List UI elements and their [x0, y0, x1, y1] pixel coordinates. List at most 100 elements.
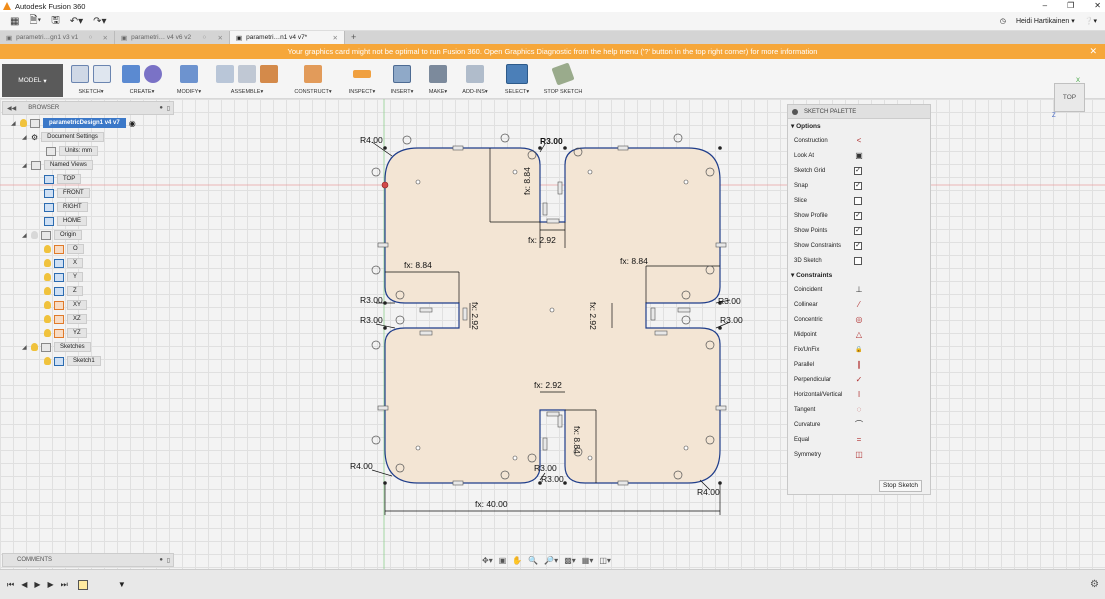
- 3d-sketch-checkbox[interactable]: [854, 256, 862, 265]
- as-built-joint-icon[interactable]: [260, 65, 278, 83]
- collapse-icon[interactable]: ◀◀: [7, 105, 16, 112]
- sketch-grid-checkbox[interactable]: ✓: [854, 166, 862, 175]
- panel-menu-icon[interactable]: ▯: [167, 557, 170, 564]
- banner-close-icon[interactable]: ✕: [1089, 46, 1097, 57]
- measure-icon[interactable]: [353, 70, 371, 78]
- constraint-tangent[interactable]: Tangent ◌: [788, 402, 930, 417]
- option-snap[interactable]: Snap ✓: [788, 178, 930, 193]
- zoom-icon[interactable]: 🔍: [528, 556, 538, 565]
- palette-constraints-section[interactable]: ▾ Constraints: [788, 268, 930, 282]
- tree-sketch1[interactable]: Sketch1: [44, 355, 101, 367]
- tab-close-icon[interactable]: ✕: [333, 34, 338, 42]
- timeline-marker-icon[interactable]: ▼: [118, 580, 126, 589]
- comments-panel-header[interactable]: COMMENTS ● ▯: [2, 553, 174, 567]
- toolbar-group-assemble[interactable]: ASSEMBLE▾: [212, 63, 282, 99]
- coincident-icon[interactable]: ⊥: [854, 285, 864, 295]
- show-profile-checkbox[interactable]: ✓: [854, 211, 862, 220]
- file-menu-icon[interactable]: 🗎▾: [29, 13, 41, 30]
- curvature-icon[interactable]: ⌒: [854, 420, 864, 430]
- constraint-symmetry[interactable]: Symmetry ◫: [788, 447, 930, 462]
- palette-pin-icon[interactable]: [792, 108, 798, 115]
- play-icon[interactable]: ▶: [34, 580, 40, 589]
- panel-pin-icon[interactable]: ●: [159, 557, 163, 563]
- sketch-drawing[interactable]: R4.00 R3.00 fx: 2.92 fx: 8.84 fx: 8.84 f…: [0, 99, 1105, 569]
- create-sketch-icon[interactable]: [71, 65, 89, 83]
- redo-icon[interactable]: ↷▾: [93, 16, 106, 27]
- new-component-icon[interactable]: [216, 65, 234, 83]
- show-constraints-checkbox[interactable]: ✓: [854, 241, 862, 250]
- option-slice[interactable]: Slice: [788, 193, 930, 208]
- sphere-mesh-icon[interactable]: [144, 65, 162, 83]
- constraint-fix-unfix[interactable]: Fix/UnFix 🔒: [788, 342, 930, 357]
- toolbar-group-inspect[interactable]: INSPECT▾: [344, 63, 380, 99]
- tree-view-front[interactable]: FRONT: [44, 187, 90, 199]
- construction-icon[interactable]: <: [854, 136, 864, 146]
- constraint-coincident[interactable]: Coincident ⊥: [788, 282, 930, 297]
- visibility-bulb-icon[interactable]: [44, 301, 51, 309]
- palette-header[interactable]: SKETCH PALETTE: [788, 105, 930, 119]
- viewports-icon[interactable]: ◫▾: [599, 556, 611, 565]
- step-forward-icon[interactable]: ▶: [48, 580, 54, 589]
- rectangle-icon[interactable]: [93, 65, 111, 83]
- document-tab-1[interactable]: ▣ parametri…gn1 v3 v1 ○ ✕: [0, 31, 115, 44]
- constraint-curvature[interactable]: Curvature ⌒: [788, 417, 930, 432]
- midpoint-icon[interactable]: △: [854, 330, 864, 340]
- tree-view-right[interactable]: RIGHT: [44, 201, 88, 213]
- save-icon[interactable]: 🖫: [51, 13, 60, 30]
- tree-view-top[interactable]: TOP: [44, 173, 82, 185]
- visibility-bulb-icon[interactable]: [20, 119, 27, 127]
- document-tab-3[interactable]: ▣ parametri…n1 v4 v7* ✕: [230, 31, 345, 44]
- tree-origin-xy[interactable]: XY: [44, 299, 88, 311]
- expand-icon[interactable]: ◢: [22, 162, 28, 169]
- visibility-bulb-icon[interactable]: [44, 259, 51, 267]
- activate-radio-icon[interactable]: ◉: [129, 119, 136, 128]
- constraint-horizontal-vertical[interactable]: Horizontal/Vertical ǀ: [788, 387, 930, 402]
- browser-panel-header[interactable]: ◀◀ BROWSER ● ▯: [2, 101, 174, 115]
- toolbar-group-stop-sketch[interactable]: STOP SKETCH: [540, 62, 586, 99]
- expand-icon[interactable]: ◢: [11, 120, 17, 127]
- tree-root[interactable]: ◢ parametricDesign1 v4 v7 ◉: [11, 117, 136, 129]
- panel-menu-icon[interactable]: ▯: [167, 105, 170, 112]
- 3d-print-icon[interactable]: [429, 65, 447, 83]
- look-at-icon[interactable]: ▣: [854, 151, 864, 161]
- visibility-bulb-icon[interactable]: [44, 273, 51, 281]
- tree-sketches[interactable]: ◢ Sketches: [22, 341, 91, 353]
- zoom-window-icon[interactable]: 🔎▾: [544, 556, 558, 565]
- extrude-icon[interactable]: [122, 65, 140, 83]
- design-canvas[interactable]: R4.00 R3.00 fx: 2.92 fx: 8.84 fx: 8.84 f…: [0, 99, 1105, 569]
- collinear-icon[interactable]: ⁄: [854, 300, 864, 310]
- constraint-parallel[interactable]: Parallel ∥: [788, 357, 930, 372]
- option-show-constraints[interactable]: Show Constraints ✓: [788, 238, 930, 253]
- select-cursor-icon[interactable]: [506, 64, 528, 84]
- show-points-checkbox[interactable]: ✓: [854, 226, 862, 235]
- viewcube[interactable]: TOP: [1054, 83, 1085, 112]
- tree-units[interactable]: Units: mm: [46, 145, 98, 157]
- option-show-points[interactable]: Show Points ✓: [788, 223, 930, 238]
- go-to-end-icon[interactable]: ⏭: [61, 580, 68, 590]
- timeline-sketch-feature[interactable]: [77, 579, 88, 590]
- visibility-bulb-icon[interactable]: [44, 357, 51, 365]
- stop-sketch-button[interactable]: Stop Sketch: [879, 480, 923, 492]
- parallel-icon[interactable]: ∥: [854, 360, 864, 370]
- insert-image-icon[interactable]: [393, 65, 411, 83]
- tab-close-icon[interactable]: ○: [88, 34, 92, 41]
- snap-checkbox[interactable]: ✓: [854, 181, 862, 190]
- tree-view-home[interactable]: HOME: [44, 215, 87, 227]
- user-menu[interactable]: Heidi Hartikainen ▾: [1016, 17, 1075, 25]
- toolbar-group-select[interactable]: SELECT▾: [500, 63, 534, 99]
- visibility-bulb-icon[interactable]: [31, 343, 38, 351]
- visibility-bulb-icon[interactable]: [31, 231, 38, 239]
- option-3d-sketch[interactable]: 3D Sketch: [788, 253, 930, 268]
- toolbar-group-create[interactable]: CREATE▾: [119, 63, 165, 99]
- constraint-perpendicular[interactable]: Perpendicular ✓: [788, 372, 930, 387]
- symmetry-icon[interactable]: ◫: [854, 450, 864, 460]
- go-to-start-icon[interactable]: ⏮: [7, 580, 14, 590]
- toolbar-group-make[interactable]: MAKE▾: [424, 63, 452, 99]
- offset-plane-icon[interactable]: [304, 65, 322, 83]
- tangent-icon[interactable]: ◌: [854, 405, 864, 415]
- panel-pin-icon[interactable]: ●: [159, 105, 163, 111]
- new-tab-icon[interactable]: +: [345, 31, 362, 44]
- expand-icon[interactable]: ◢: [22, 232, 28, 239]
- lock-icon[interactable]: 🔒: [854, 345, 864, 355]
- expand-icon[interactable]: ◢: [22, 134, 28, 141]
